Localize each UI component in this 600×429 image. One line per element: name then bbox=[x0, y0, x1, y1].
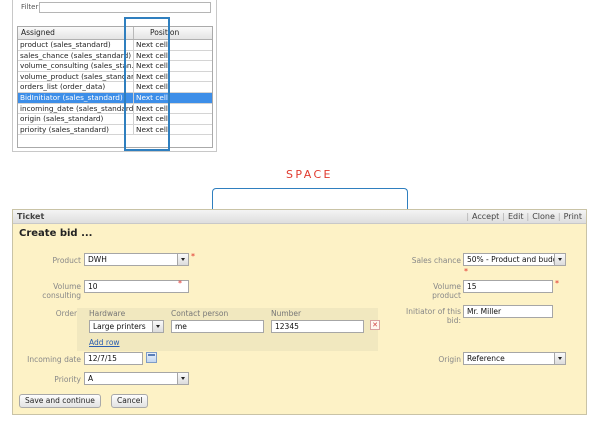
assigned-cell: incoming_date (sales_standard) bbox=[20, 103, 134, 114]
table-row[interactable]: volume_consulting (sales_stan... Next cel… bbox=[18, 61, 212, 72]
ticket-panel: Ticket | Accept | Edit | Clone | Print C… bbox=[12, 209, 587, 415]
print-button[interactable]: Print bbox=[564, 212, 582, 221]
accept-button[interactable]: Accept bbox=[472, 212, 499, 221]
position-cell[interactable]: Next cell bbox=[134, 61, 212, 71]
chevron-down-icon[interactable] bbox=[152, 321, 163, 332]
position-cell[interactable]: Next cell bbox=[134, 104, 212, 114]
table-row[interactable]: product (sales_standard) Next cell bbox=[18, 40, 212, 51]
table-row[interactable]: BidInitiator (sales_standard) Next cell bbox=[18, 92, 212, 104]
cancel-button[interactable]: Cancel bbox=[111, 394, 149, 408]
orders-header-contact: Contact person bbox=[171, 309, 229, 318]
ticket-title: Ticket bbox=[17, 212, 45, 221]
number-input[interactable]: 12345 bbox=[271, 320, 364, 333]
product-label: Product bbox=[52, 256, 81, 265]
position-cell[interactable]: Next cell bbox=[134, 93, 212, 103]
position-cell[interactable]: Next cell bbox=[134, 82, 212, 92]
orders-label: Orders bbox=[55, 309, 81, 318]
priority-select[interactable]: A bbox=[84, 372, 189, 385]
chevron-down-icon[interactable] bbox=[177, 254, 188, 265]
volume-consulting-label: Volume consulting bbox=[42, 282, 81, 300]
sales-chance-select[interactable]: 50% - Product and budget bbox=[463, 253, 566, 266]
hardware-select[interactable]: Large printers bbox=[89, 320, 164, 333]
form-heading: Create bid ... bbox=[19, 228, 93, 239]
assigned-cell: product (sales_standard) bbox=[18, 40, 134, 50]
origin-label: Origin bbox=[438, 355, 461, 364]
incoming-date-label: Incoming date bbox=[27, 355, 81, 364]
table-row[interactable]: volume_product (sales_standard) Next cell bbox=[18, 71, 212, 83]
product-select[interactable]: DWH bbox=[84, 253, 189, 266]
calendar-icon[interactable] bbox=[146, 352, 157, 363]
table-row[interactable]: origin (sales_standard) Next cell bbox=[18, 114, 212, 125]
orders-header-number: Number bbox=[271, 309, 302, 318]
assigned-cell: priority (sales_standard) bbox=[18, 124, 134, 135]
chevron-down-icon[interactable] bbox=[554, 353, 565, 364]
origin-select[interactable]: Reference bbox=[463, 352, 566, 365]
assignment-panel: Filter: Assigned Position product (sales… bbox=[12, 0, 217, 152]
ticket-header: Ticket | Accept | Edit | Clone | Print bbox=[13, 210, 586, 224]
position-cell[interactable]: Next cell bbox=[134, 125, 212, 135]
required-mark: * bbox=[555, 279, 559, 288]
orders-header-hardware: Hardware bbox=[89, 309, 126, 318]
table-row[interactable]: incoming_date (sales_standard) Next cell bbox=[18, 103, 212, 115]
initiator-label: Initiator of this bid: bbox=[406, 307, 461, 325]
incoming-date-input[interactable]: 12/7/15 bbox=[84, 352, 143, 365]
required-mark: * bbox=[464, 267, 468, 276]
assignment-grid: Assigned Position product (sales_standar… bbox=[17, 26, 213, 148]
sales-chance-value: 50% - Product and budget bbox=[467, 255, 566, 264]
filter-label: Filter: bbox=[21, 3, 41, 11]
edit-button[interactable]: Edit bbox=[508, 212, 524, 221]
volume-product-label: Volume product bbox=[432, 282, 461, 300]
ticket-actions: | Accept | Edit | Clone | Print bbox=[466, 212, 582, 221]
position-cell[interactable]: Next cell bbox=[134, 40, 212, 50]
clone-button[interactable]: Clone bbox=[532, 212, 555, 221]
assigned-cell: orders_list (order_data) bbox=[18, 82, 134, 92]
assigned-cell: volume_consulting (sales_stan... bbox=[20, 61, 134, 71]
priority-value: A bbox=[88, 374, 94, 383]
position-cell[interactable]: Next cell bbox=[134, 72, 212, 82]
sales-chance-label: Sales chance bbox=[411, 256, 461, 265]
volume-consulting-input[interactable]: 10 bbox=[84, 280, 189, 293]
assigned-cell: origin (sales_standard) bbox=[18, 114, 134, 124]
hardware-value: Large printers bbox=[93, 322, 146, 331]
initiator-input[interactable]: Mr. Miller bbox=[463, 305, 553, 318]
contact-person-input[interactable]: me bbox=[171, 320, 264, 333]
origin-value: Reference bbox=[467, 354, 505, 363]
grid-header: Assigned Position bbox=[18, 27, 212, 40]
table-row[interactable]: priority (sales_standard) Next cell bbox=[18, 124, 212, 136]
chevron-down-icon[interactable] bbox=[554, 254, 565, 265]
required-mark: * bbox=[191, 252, 195, 261]
filter-row: Filter: bbox=[17, 2, 213, 16]
assigned-cell: volume_product (sales_standard) bbox=[20, 71, 134, 82]
priority-label: Priority bbox=[54, 375, 81, 384]
add-row-link[interactable]: Add row bbox=[89, 338, 120, 347]
required-mark: * bbox=[178, 279, 182, 288]
product-value: DWH bbox=[88, 255, 107, 264]
position-cell[interactable]: Next cell bbox=[134, 51, 212, 61]
save-and-continue-button[interactable]: Save and continue bbox=[19, 394, 101, 408]
assigned-cell: sales_chance (sales_standard) bbox=[18, 50, 134, 61]
table-row[interactable]: orders_list (order_data) Next cell bbox=[18, 82, 212, 93]
table-row[interactable]: sales_chance (sales_standard) Next cell bbox=[18, 50, 212, 62]
chevron-down-icon[interactable] bbox=[177, 373, 188, 384]
delete-icon[interactable]: ✕ bbox=[370, 320, 380, 330]
filter-input[interactable] bbox=[39, 2, 211, 13]
column-header-position[interactable]: Position bbox=[134, 27, 212, 39]
column-header-assigned[interactable]: Assigned bbox=[18, 27, 134, 39]
position-cell[interactable]: Next cell bbox=[134, 114, 212, 124]
assigned-cell: BidInitiator (sales_standard) bbox=[18, 92, 134, 103]
space-label: SPACE bbox=[286, 168, 333, 181]
volume-product-input[interactable]: 15 bbox=[463, 280, 553, 293]
grid-rows: product (sales_standard) Next cell sales_c… bbox=[18, 40, 212, 136]
